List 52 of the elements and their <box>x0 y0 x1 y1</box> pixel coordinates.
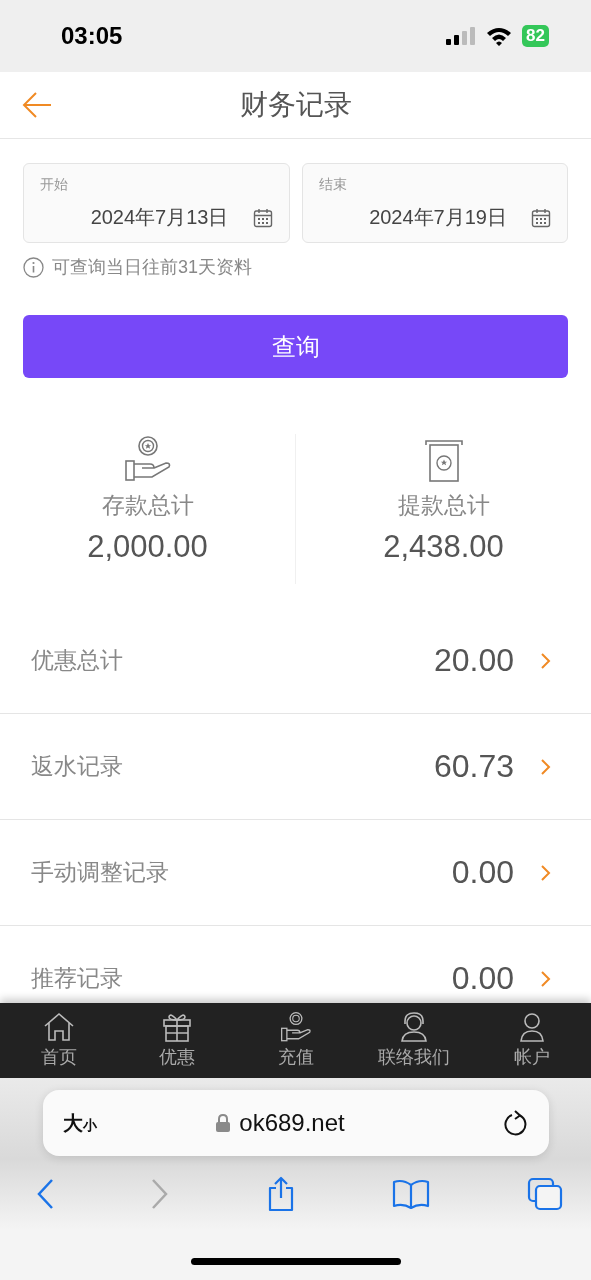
total-label: 提款总计 <box>397 491 490 520</box>
back-arrow-icon[interactable] <box>22 91 52 119</box>
person-icon <box>518 1012 545 1042</box>
signal-icon <box>446 26 477 46</box>
address-bar[interactable]: 大小 ok689.net <box>42 1090 549 1156</box>
coin-hand-icon <box>123 436 172 482</box>
status-time: 03:05 <box>61 22 123 50</box>
home-icon <box>43 1012 76 1042</box>
tab-item[interactable]: 首页 <box>0 1003 119 1078</box>
record-amount: 20.00 <box>433 642 514 679</box>
reload-icon[interactable] <box>504 1110 529 1136</box>
tab-item[interactable]: 充值 <box>236 1003 355 1078</box>
tab-item[interactable]: 联络我们 <box>354 1003 473 1078</box>
date-field[interactable]: 开始 2024年7月13日 <box>23 163 290 243</box>
query-button[interactable]: 查询 <box>23 315 568 378</box>
record-label: 推荐记录 <box>31 964 124 993</box>
chevron-right-icon <box>540 969 551 988</box>
calendar-icon <box>531 207 551 228</box>
record-row[interactable]: 返水记录 60.73 <box>0 714 591 820</box>
date-field[interactable]: 结束 2024年7月19日 <box>301 163 568 243</box>
calendar-icon <box>252 207 273 228</box>
page-title: 财务记录 <box>239 88 352 122</box>
tab-item[interactable]: 优惠 <box>118 1003 237 1078</box>
total-amount: 2,438.00 <box>383 529 504 565</box>
record-amount: 0.00 <box>451 960 514 997</box>
record-label: 手动调整记录 <box>31 858 170 887</box>
lock-icon <box>216 1114 231 1132</box>
total-amount: 2,000.00 <box>87 529 208 565</box>
record-amount: 60.73 <box>433 748 514 785</box>
chevron-right-icon <box>540 757 551 776</box>
record-label: 优惠总计 <box>31 646 124 675</box>
chevron-right-icon <box>540 863 551 882</box>
cash-card-icon <box>423 440 464 482</box>
info-icon <box>23 256 44 278</box>
battery-indicator: 82 <box>522 25 549 47</box>
back-icon[interactable] <box>36 1178 54 1210</box>
coin-hand-icon <box>279 1012 312 1042</box>
record-amount: 0.00 <box>451 854 514 891</box>
text-size-button[interactable]: 大小 <box>62 1109 97 1137</box>
record-row[interactable]: 手动调整记录 0.00 <box>0 820 591 926</box>
chevron-right-icon <box>540 651 551 670</box>
record-label: 返水记录 <box>31 752 124 781</box>
tab-item[interactable]: 帐户 <box>472 1003 591 1078</box>
tabs-icon[interactable] <box>527 1177 563 1211</box>
wifi-icon <box>486 26 513 46</box>
headset-person-icon <box>399 1012 428 1042</box>
query-range-note: 可查询当日往前31天资料 <box>52 256 253 279</box>
record-row[interactable]: 优惠总计 20.00 <box>0 608 591 714</box>
total-label: 存款总计 <box>101 491 194 520</box>
bookmarks-icon[interactable] <box>392 1179 431 1209</box>
url-text: ok689.net <box>239 1109 345 1137</box>
gift-icon <box>162 1012 193 1042</box>
